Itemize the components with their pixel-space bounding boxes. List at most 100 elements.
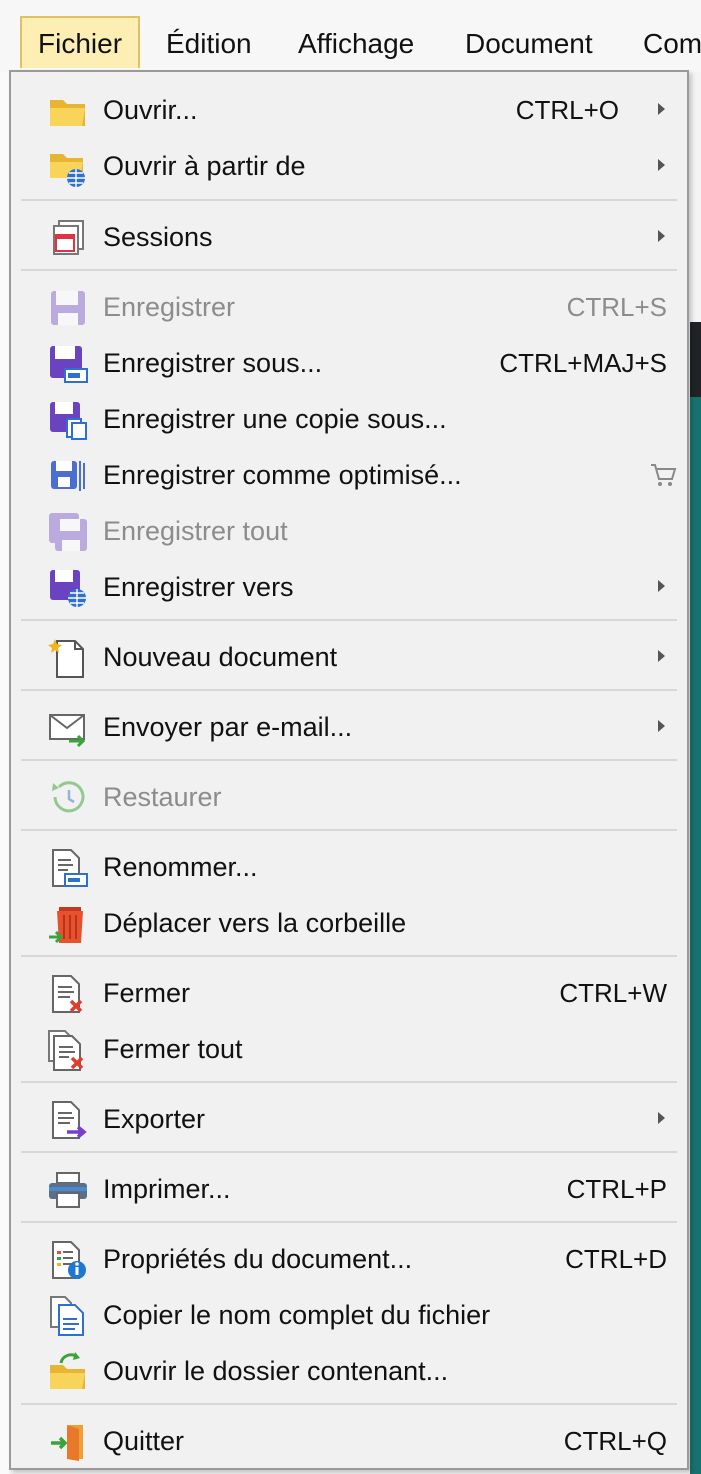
menu-separator (21, 199, 677, 201)
menu-item-label: Ouvrir le dossier contenant... (103, 1356, 449, 1386)
menu-separator (21, 955, 677, 957)
sessions-icon (47, 217, 89, 259)
menu-item-label: Nouveau document (103, 642, 338, 672)
menu-item-ouvrir-dossier[interactable]: Ouvrir le dossier contenant... (11, 1343, 687, 1399)
menu-item-label: Imprimer... (103, 1174, 231, 1204)
save-optimized-icon (47, 455, 89, 497)
menu-item-ouvrir-a-partir-de[interactable]: Ouvrir à partir de (11, 138, 687, 194)
menu-item-enregistrer-optimise[interactable]: Enregistrer comme optimisé... (11, 447, 687, 503)
shortcut-label: CTRL+S (566, 292, 667, 322)
submenu-arrow-icon (658, 650, 665, 662)
printer-icon (47, 1169, 89, 1211)
menu-commentaire[interactable]: Com (643, 18, 701, 70)
menu-separator (21, 829, 677, 831)
menu-item-enregistrer-tout[interactable]: Enregistrer tout (11, 503, 687, 559)
save-as-icon (47, 343, 89, 385)
save-copy-icon (47, 399, 89, 441)
menu-fichier[interactable]: Fichier (20, 16, 141, 68)
menu-item-proprietes[interactable]: Propriétés du document... CTRL+D (11, 1231, 687, 1287)
menu-item-label: Renommer... (103, 852, 258, 882)
menu-separator (21, 1081, 677, 1083)
menu-item-label: Sessions (103, 222, 213, 252)
open-folder-icon (47, 1351, 89, 1393)
menu-item-label: Enregistrer une copie sous... (103, 404, 447, 434)
submenu-arrow-icon (658, 720, 665, 732)
save-to-icon (47, 567, 89, 609)
shortcut-label: CTRL+MAJ+S (499, 348, 667, 378)
menu-item-label: Enregistrer comme optimisé... (103, 460, 462, 490)
menu-separator (21, 1151, 677, 1153)
menu-item-enregistrer-vers[interactable]: Enregistrer vers (11, 559, 687, 615)
menu-affichage[interactable]: Affichage (298, 18, 414, 70)
file-dropdown-menu: Ouvrir... CTRL+O Ouvrir à partir de Sess… (9, 70, 689, 1470)
menu-item-enregistrer-sous[interactable]: Enregistrer sous... CTRL+MAJ+S (11, 335, 687, 391)
folder-icon (47, 90, 89, 132)
restore-icon (47, 777, 89, 819)
shortcut-label: CTRL+D (565, 1244, 667, 1274)
menu-item-label: Fermer (103, 978, 190, 1008)
menu-item-label: Exporter (103, 1104, 206, 1134)
submenu-arrow-icon (658, 230, 665, 242)
shortcut-label: CTRL+W (559, 978, 667, 1008)
menu-item-copier-nom[interactable]: Copier le nom complet du fichier (11, 1287, 687, 1343)
menu-separator (21, 1403, 677, 1405)
menu-separator (21, 269, 677, 271)
menu-item-label: Enregistrer tout (103, 516, 288, 546)
menu-item-label: Copier le nom complet du fichier (103, 1300, 491, 1330)
new-document-icon (47, 637, 89, 679)
menu-item-envoyer-email[interactable]: Envoyer par e-mail... (11, 699, 687, 755)
shortcut-label: CTRL+O (515, 95, 619, 125)
menu-item-label: Déplacer vers la corbeille (103, 908, 407, 938)
menu-item-nouveau-document[interactable]: Nouveau document (11, 629, 687, 685)
menu-item-label: Restaurer (103, 782, 222, 812)
menu-item-label: Ouvrir... (103, 95, 198, 125)
menu-separator (21, 1221, 677, 1223)
close-all-icon (47, 1029, 89, 1071)
menu-item-imprimer[interactable]: Imprimer... CTRL+P (11, 1161, 687, 1217)
menu-item-exporter[interactable]: Exporter (11, 1091, 687, 1147)
menu-item-sessions[interactable]: Sessions (11, 209, 687, 265)
trash-icon (47, 903, 89, 945)
shortcut-label: CTRL+Q (563, 1426, 667, 1456)
menu-document[interactable]: Document (465, 18, 593, 70)
menu-item-quitter[interactable]: Quitter CTRL+Q (11, 1413, 687, 1469)
menu-edition[interactable]: Édition (166, 18, 252, 70)
menu-item-label: Envoyer par e-mail... (103, 712, 353, 742)
menu-item-ouvrir[interactable]: Ouvrir... CTRL+O (11, 82, 687, 138)
menu-item-renommer[interactable]: Renommer... (11, 839, 687, 895)
menu-separator (21, 689, 677, 691)
properties-icon (47, 1239, 89, 1281)
menu-item-enregistrer[interactable]: Enregistrer CTRL+S (11, 279, 687, 335)
menu-item-label: Enregistrer (103, 292, 236, 322)
menu-item-label: Enregistrer sous... (103, 348, 323, 378)
menu-item-fermer[interactable]: Fermer CTRL+W (11, 965, 687, 1021)
close-document-icon (47, 973, 89, 1015)
email-icon (47, 707, 89, 749)
background-left (0, 72, 9, 1474)
shortcut-label: CTRL+P (566, 1174, 667, 1204)
save-icon (47, 287, 89, 329)
menu-item-label: Quitter (103, 1426, 185, 1456)
menu-item-enregistrer-copie[interactable]: Enregistrer une copie sous... (11, 391, 687, 447)
submenu-arrow-icon (658, 580, 665, 592)
export-icon (47, 1099, 89, 1141)
menu-item-label: Propriétés du document... (103, 1244, 413, 1274)
submenu-arrow-icon (658, 103, 665, 115)
menu-item-label: Fermer tout (103, 1034, 243, 1064)
background-teal-strip (690, 397, 701, 1474)
menu-separator (21, 619, 677, 621)
cart-icon (649, 461, 677, 489)
submenu-arrow-icon (658, 159, 665, 171)
menu-item-label: Ouvrir à partir de (103, 151, 306, 181)
copy-filename-icon (47, 1295, 89, 1337)
menu-item-label: Enregistrer vers (103, 572, 294, 602)
menu-bar: Fichier Édition Affichage Document Com (0, 0, 701, 72)
background-dark-strip (690, 322, 701, 397)
menu-item-fermer-tout[interactable]: Fermer tout (11, 1021, 687, 1077)
background-right (690, 72, 701, 1474)
menu-item-restaurer[interactable]: Restaurer (11, 769, 687, 825)
exit-icon (47, 1421, 89, 1463)
rename-icon (47, 847, 89, 889)
menu-separator (21, 759, 677, 761)
menu-item-corbeille[interactable]: Déplacer vers la corbeille (11, 895, 687, 951)
